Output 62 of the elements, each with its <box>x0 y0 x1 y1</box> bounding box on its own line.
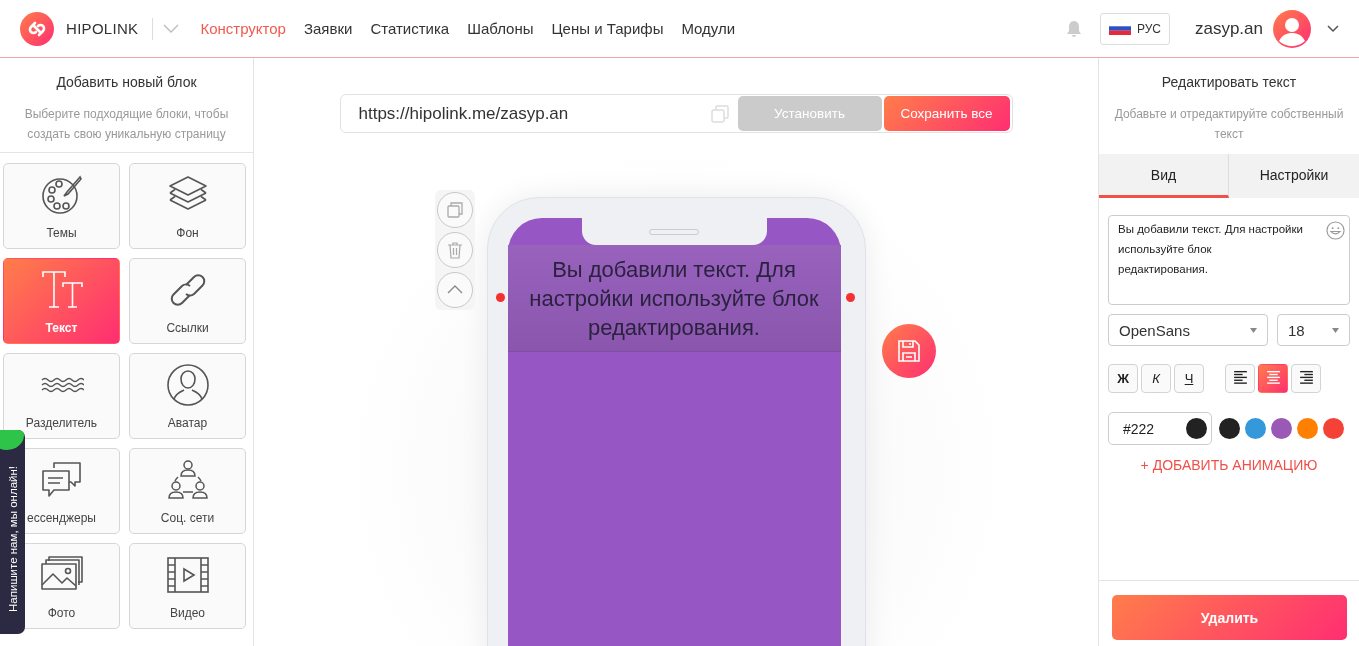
panel-subtitle: Добавьте и отредактируйте собственный текст <box>1113 106 1345 143</box>
align-left-button[interactable] <box>1225 364 1255 393</box>
resize-handle[interactable] <box>845 293 855 302</box>
nav-link[interactable]: Статистика <box>370 20 450 37</box>
block-tile[interactable]: Аватар <box>129 353 246 439</box>
font-select[interactable]: OpenSans <box>1108 314 1268 346</box>
text-input[interactable]: Вы добавили текст. Для настройки используйте блок редактирования. <box>1108 215 1350 305</box>
nav-link[interactable]: Шаблоны <box>467 20 534 37</box>
trash-icon <box>445 241 464 259</box>
align-right-icon <box>1297 369 1315 385</box>
align-center-icon <box>1264 369 1282 385</box>
copy-icon <box>445 201 464 219</box>
people-icon <box>165 458 210 502</box>
brand-name: HIPOLINK <box>66 20 139 37</box>
block-tile[interactable]: Соц. сети <box>129 448 246 534</box>
language-selector[interactable]: РУС <box>1099 12 1170 45</box>
nav-link[interactable]: Заявки <box>303 20 353 37</box>
color-swatch[interactable] <box>1245 418 1266 439</box>
bold-button[interactable]: Ж <box>1108 364 1138 393</box>
avatar-icon[interactable] <box>1273 9 1311 48</box>
block-text: Вы добавили текст. Для настройки используйте блок редактирования. <box>528 255 820 342</box>
panel-title: Добавить новый блок <box>55 74 198 90</box>
tab[interactable]: Настройки <box>1229 154 1359 198</box>
caret-icon <box>1250 327 1257 333</box>
underline-button[interactable]: Ч <box>1174 364 1204 393</box>
color-swatch[interactable] <box>1323 418 1344 439</box>
italic-button[interactable]: К <box>1141 364 1171 393</box>
delete-button[interactable] <box>436 232 473 268</box>
align-left-icon <box>1231 369 1249 385</box>
color-swatch[interactable] <box>1219 418 1240 439</box>
smiley-icon[interactable] <box>1326 221 1345 240</box>
font-value: OpenSans <box>1119 321 1190 339</box>
panel-subtitle: Выберите подходящие блоки, чтобы создать свою уникальную страницу <box>23 106 230 143</box>
flag-icon <box>1108 22 1131 35</box>
nav-link[interactable]: Модули <box>681 20 736 37</box>
block-tile[interactable]: Ссылки <box>129 258 246 344</box>
logo-icon[interactable] <box>20 11 54 46</box>
url-text: https://hipolink.me/zasyp.an <box>357 103 570 124</box>
color-swatch[interactable] <box>1297 418 1318 439</box>
chat-toast[interactable]: Напишите нам, мы онлайн! <box>0 430 25 634</box>
block-tile[interactable]: Видео <box>129 543 246 629</box>
align-center-button[interactable] <box>1258 364 1288 393</box>
save-button[interactable] <box>881 324 936 378</box>
palette-icon <box>39 173 84 217</box>
chevron-down-icon[interactable] <box>1327 24 1339 33</box>
block-tile[interactable]: Темы <box>3 163 120 249</box>
duplicate-button[interactable] <box>436 192 473 228</box>
size-select[interactable]: 18 <box>1277 314 1350 346</box>
block-tile[interactable]: Фон <box>129 163 246 249</box>
resize-handle[interactable] <box>495 293 505 302</box>
color-swatch[interactable] <box>1271 418 1292 439</box>
nav-link[interactable]: Цены и Тарифы <box>551 20 664 37</box>
align-right-button[interactable] <box>1291 364 1321 393</box>
tab[interactable]: Вид <box>1099 154 1229 198</box>
add-animation-link[interactable]: + ДОБАВИТЬ АНИМАЦИЮ <box>1108 457 1350 473</box>
color-field[interactable]: #222 <box>1108 412 1212 445</box>
user-icon <box>165 363 210 407</box>
caret-icon <box>1332 327 1339 333</box>
block-tile[interactable]: Разделитель <box>3 353 120 439</box>
username[interactable]: zasyp.an <box>1194 18 1263 39</box>
panel-title: Редактировать текст <box>1160 74 1298 90</box>
size-value: 18 <box>1288 321 1305 339</box>
